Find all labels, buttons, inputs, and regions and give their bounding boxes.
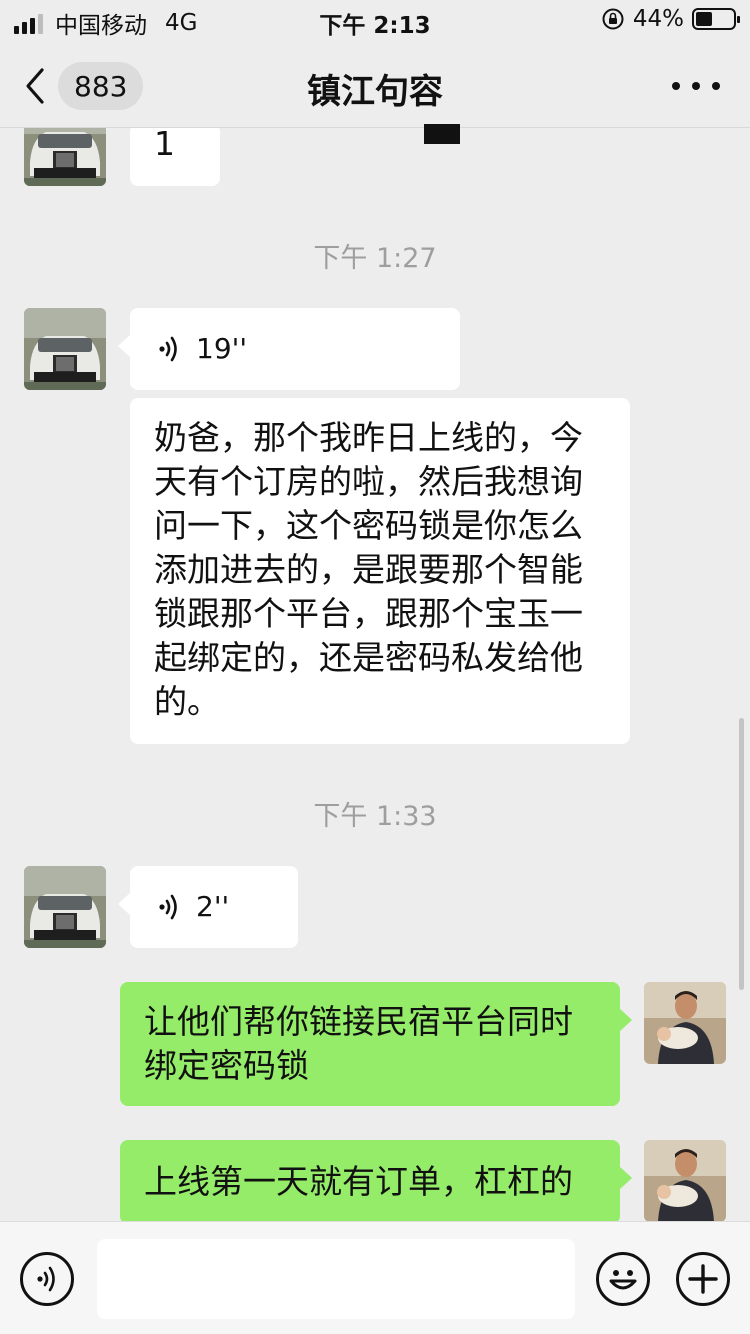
message-text: 1 xyxy=(154,128,175,163)
plus-icon[interactable] xyxy=(686,1262,720,1296)
voice-mode-button[interactable] xyxy=(20,1252,74,1306)
message-line: 添加进去的，是跟要那个智能 xyxy=(154,550,583,589)
message-line: 让他们帮你链接民宿平台同时 xyxy=(144,1002,573,1041)
person-avatar-image xyxy=(644,982,726,1064)
battery-percent: 44% xyxy=(632,6,684,32)
voice-message[interactable]: 19'' xyxy=(118,308,460,390)
message-line: 问一下，这个密码锁是你怎么 xyxy=(154,506,583,545)
person-avatar-image xyxy=(644,1140,726,1221)
message-line: 锁跟那个平台，跟那个宝玉一 xyxy=(154,594,583,633)
more-dots-icon[interactable] xyxy=(672,82,680,90)
car-avatar-image xyxy=(24,128,106,186)
my-avatar[interactable] xyxy=(644,982,726,1064)
voice-message[interactable]: 2'' xyxy=(118,866,298,948)
scrollbar[interactable] xyxy=(739,718,744,990)
voice-content: 19'' xyxy=(130,308,460,390)
voice-wave-icon xyxy=(159,336,177,362)
message-text: 奶爸，那个我昨日上线的，今 天有个订房的啦，然后我想询 问一下，这个密码锁是你怎… xyxy=(130,398,630,741)
battery-fill xyxy=(696,12,712,26)
nav-bar: 883 镇江句容 xyxy=(0,44,750,144)
message-line: 的。 xyxy=(154,682,220,721)
chat-screen: 中国移动 4G 下午 2:13 44% 883 镇江句容 1 下午 1:27 1… xyxy=(0,0,750,1334)
battery-icon xyxy=(692,8,740,30)
message-bubble[interactable]: 1 xyxy=(130,128,220,186)
message-line: 起绑定的，还是密码私发给他 xyxy=(154,638,583,677)
orientation-lock-icon xyxy=(602,8,624,30)
voice-mode-icon[interactable] xyxy=(34,1264,60,1294)
message-text: 让他们帮你链接民宿平台同时 绑定密码锁 xyxy=(120,982,620,1105)
sender-avatar[interactable] xyxy=(24,308,106,390)
message-line: 绑定密码锁 xyxy=(144,1046,309,1085)
voice-wave-icon xyxy=(159,894,177,920)
sender-avatar[interactable] xyxy=(24,866,106,948)
message-text: 上线第一天就有订单，杠杠的 xyxy=(144,1162,573,1201)
voice-duration: 2'' xyxy=(196,890,230,923)
chat-title: 镇江句容 xyxy=(307,72,443,112)
status-bar: 中国移动 4G 下午 2:13 44% xyxy=(0,0,750,44)
sender-avatar[interactable] xyxy=(24,128,106,186)
timestamp: 下午 1:33 xyxy=(313,801,437,832)
voice-duration: 19'' xyxy=(196,332,248,365)
input-bar xyxy=(0,1221,750,1334)
car-avatar-image xyxy=(24,308,106,390)
emoji-icon[interactable] xyxy=(601,1257,645,1301)
status-right: 44% xyxy=(601,6,740,32)
car-avatar-image xyxy=(24,866,106,948)
more-button[interactable] xyxy=(672,74,720,98)
message-line: 奶爸，那个我昨日上线的，今 xyxy=(154,418,583,457)
emoji-button[interactable] xyxy=(596,1252,650,1306)
add-button[interactable] xyxy=(676,1252,730,1306)
timestamp: 下午 1:27 xyxy=(313,243,437,274)
message-bubble-outgoing[interactable]: 让他们帮你链接民宿平台同时 绑定密码锁 xyxy=(120,982,632,1106)
message-line: 天有个订房的啦，然后我想询 xyxy=(154,462,583,501)
message-list[interactable]: 1 下午 1:27 19'' 奶爸，那个我昨日上线的，今 天有个订房的啦，然后我… xyxy=(0,128,750,1221)
message-bubble-outgoing[interactable]: 上线第一天就有订单，杠杠的 xyxy=(120,1140,632,1221)
message-input[interactable] xyxy=(97,1239,575,1319)
message-bubble[interactable]: 奶爸，那个我昨日上线的，今 天有个订房的啦，然后我想询 问一下，这个密码锁是你怎… xyxy=(130,398,630,744)
my-avatar[interactable] xyxy=(644,1140,726,1221)
voice-content: 2'' xyxy=(130,866,298,948)
